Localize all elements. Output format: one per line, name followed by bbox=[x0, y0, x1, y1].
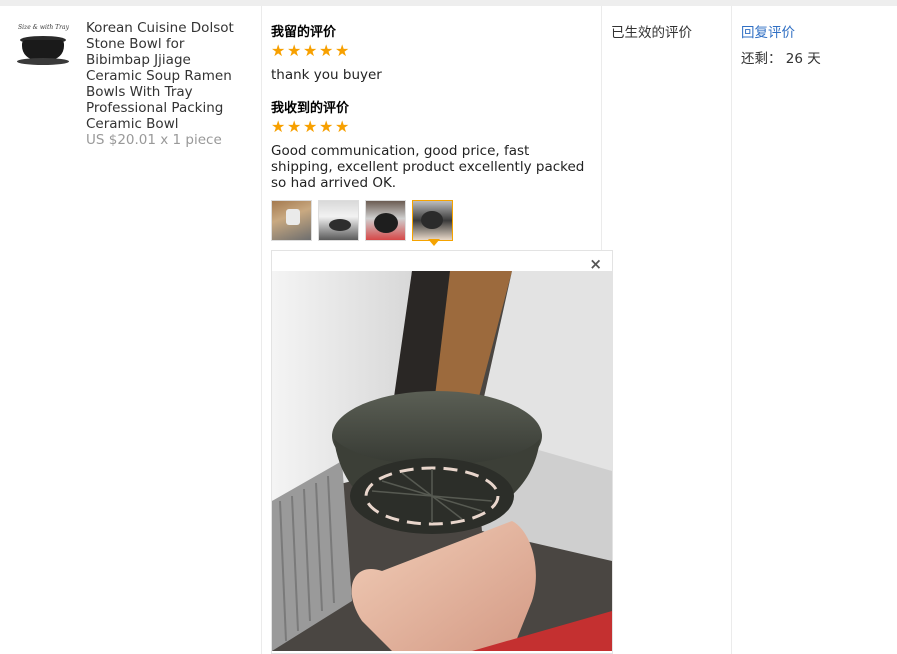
star-icon: ★ bbox=[319, 41, 334, 60]
product-price: US $20.01 x 1 piece bbox=[86, 132, 222, 148]
review-photo-large bbox=[272, 271, 612, 651]
bowl-body bbox=[22, 40, 64, 60]
column-divider bbox=[731, 6, 732, 654]
remaining-value: 26 天 bbox=[785, 51, 821, 67]
review-status: 已生效的评价 bbox=[611, 25, 692, 41]
star-icon: ★ bbox=[319, 117, 334, 136]
review-photo-strip bbox=[271, 200, 453, 241]
column-divider bbox=[261, 6, 262, 654]
star-icon: ★ bbox=[335, 117, 350, 136]
review-photo-thumb[interactable] bbox=[365, 200, 406, 241]
product-title[interactable]: Korean Cuisine Dolsot Stone Bowl for Bib… bbox=[86, 20, 246, 132]
review-photo-thumb-active[interactable] bbox=[412, 200, 453, 241]
active-photo-pointer-icon bbox=[428, 239, 440, 246]
star-icon: ★ bbox=[303, 41, 318, 60]
product-thumbnail[interactable]: Size & with Tray bbox=[14, 22, 72, 70]
star-icon: ★ bbox=[335, 41, 350, 60]
remaining-label: 还剩： bbox=[741, 51, 782, 67]
photo-viewer: × bbox=[271, 250, 613, 654]
reply-review-link[interactable]: 回复评价 bbox=[741, 21, 795, 41]
star-icon: ★ bbox=[271, 117, 286, 136]
review-photo-thumb[interactable] bbox=[318, 200, 359, 241]
bowl-tray bbox=[17, 58, 69, 65]
star-icon: ★ bbox=[287, 41, 302, 60]
top-bar bbox=[0, 0, 897, 6]
left-review-stars: ★ ★ ★ ★ ★ bbox=[271, 41, 350, 60]
received-review-heading: 我收到的评价 bbox=[271, 101, 350, 116]
review-photo-illustration bbox=[272, 271, 612, 651]
left-review-heading: 我留的评价 bbox=[271, 25, 337, 40]
received-review-text: Good communication, good price, fast shi… bbox=[271, 143, 585, 191]
review-photo-thumb[interactable] bbox=[271, 200, 312, 241]
left-review-text: thank you buyer bbox=[271, 67, 382, 83]
star-icon: ★ bbox=[287, 117, 302, 136]
received-review-stars: ★ ★ ★ ★ ★ bbox=[271, 117, 350, 136]
thumbnail-caption: Size & with Tray bbox=[18, 24, 69, 31]
star-icon: ★ bbox=[271, 41, 286, 60]
remaining-time: 还剩： 26 天 bbox=[741, 47, 821, 67]
star-icon: ★ bbox=[303, 117, 318, 136]
